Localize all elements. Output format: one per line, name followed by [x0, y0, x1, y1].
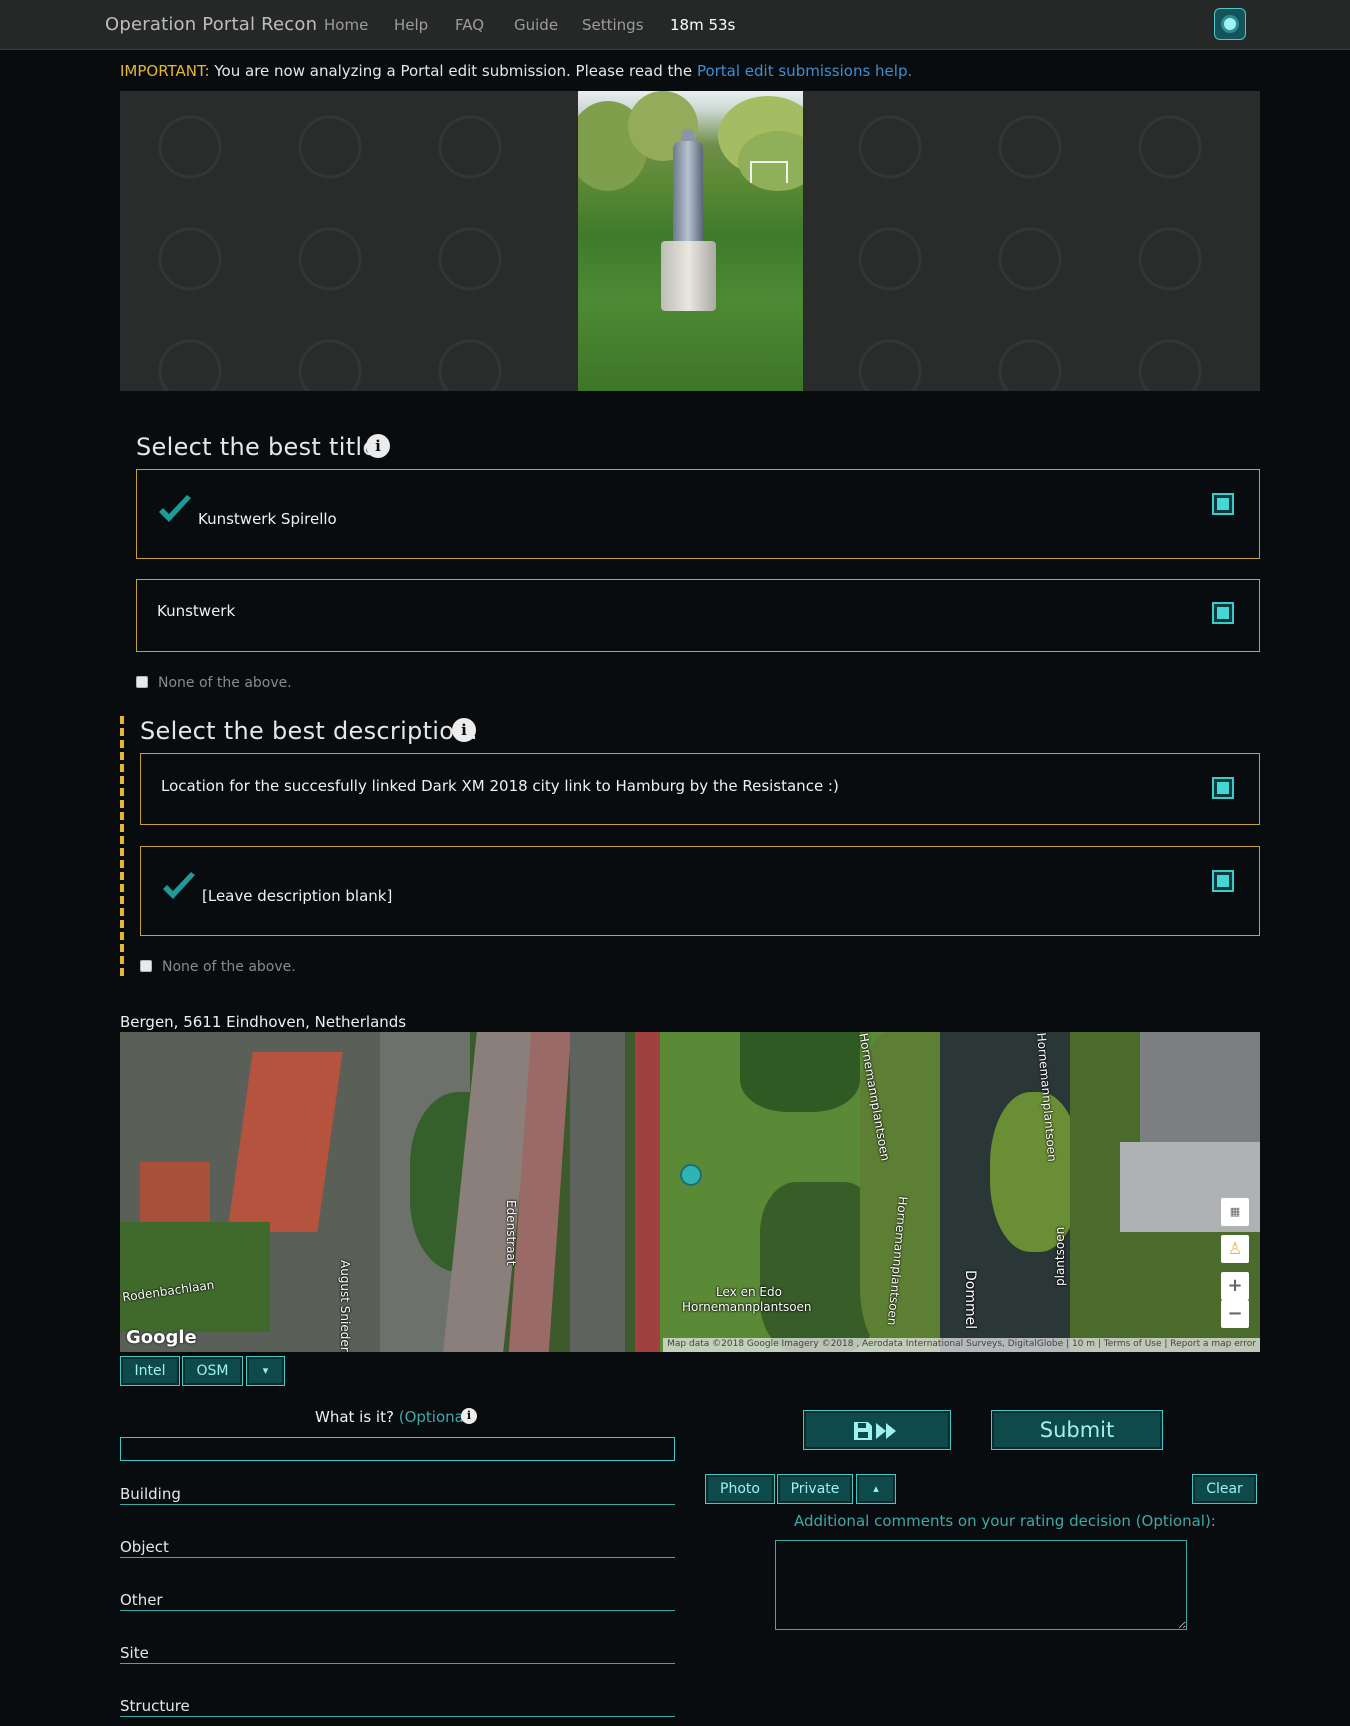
title-none-label: None of the above.	[158, 675, 292, 691]
map-label-park: Hornemannplantsoen	[682, 1300, 812, 1314]
satellite-map[interactable]: Edenstraat Rodenbachlaan August Snieders…	[120, 1032, 1260, 1352]
checkmark-icon	[159, 495, 191, 522]
map-label-street: August Snieders	[338, 1260, 352, 1352]
nav-settings[interactable]: Settings	[582, 16, 644, 34]
what-info-icon[interactable]: i	[461, 1408, 477, 1424]
title-none-checkbox[interactable]	[136, 676, 148, 688]
category-other[interactable]: Other	[120, 1591, 675, 1611]
map-attribution: Map data ©2018 Google Imagery ©2018 , Ae…	[663, 1338, 1260, 1352]
description-section-heading: Select the best description:	[140, 717, 479, 745]
category-structure[interactable]: Structure	[120, 1697, 675, 1717]
description-info-icon[interactable]: i	[452, 718, 476, 742]
pegman-icon[interactable]: ♙	[1221, 1235, 1249, 1263]
description-option-1-text: Location for the succesfully linked Dark…	[161, 777, 839, 795]
description-none-label: None of the above.	[162, 959, 296, 975]
map-label-street: plantsoen	[1053, 1226, 1067, 1286]
title-info-icon[interactable]: i	[366, 434, 390, 458]
google-logo: Google	[126, 1327, 197, 1348]
zoom-in-button[interactable]: +	[1221, 1272, 1249, 1300]
flag-description-2-icon[interactable]	[1212, 870, 1234, 892]
photo-button[interactable]: Photo	[705, 1474, 775, 1504]
nav-help[interactable]: Help	[394, 16, 428, 34]
zoom-out-button[interactable]: −	[1221, 1300, 1249, 1328]
title-option-1[interactable]: Kunstwerk Spirello	[136, 469, 1260, 559]
what-is-it-label: What is it? (Optional)	[315, 1408, 474, 1426]
osm-button[interactable]: OSM	[182, 1356, 243, 1386]
description-option-2-text: [Leave description blank]	[202, 887, 393, 905]
title-option-2-text: Kunstwerk	[157, 602, 236, 620]
title-section-heading: Select the best title:	[136, 433, 386, 461]
description-option-1[interactable]: Location for the succesfully linked Dark…	[140, 753, 1260, 825]
map-dropdown-button[interactable]: ▾	[246, 1356, 285, 1386]
important-text: You are now analyzing a Portal edit subm…	[209, 62, 697, 80]
intel-button[interactable]: Intel	[120, 1356, 180, 1386]
title-option-2[interactable]: Kunstwerk	[136, 579, 1260, 652]
category-site[interactable]: Site	[120, 1644, 675, 1664]
app-brand[interactable]: Operation Portal Recon	[105, 14, 317, 35]
private-button[interactable]: Private	[777, 1474, 853, 1504]
comments-label: Additional comments on your rating decis…	[794, 1512, 1216, 1530]
comment-collapse-button[interactable]: ▴	[856, 1474, 896, 1504]
map-label-river: Dommel	[962, 1270, 978, 1330]
checkmark-icon	[163, 872, 195, 899]
nav-faq[interactable]: FAQ	[455, 16, 484, 34]
map-type-icon[interactable]: ▦	[1221, 1198, 1249, 1226]
what-is-it-input[interactable]	[120, 1437, 675, 1461]
category-building[interactable]: Building	[120, 1485, 675, 1505]
top-navbar: Operation Portal Recon Home Help FAQ Gui…	[0, 0, 1350, 50]
timer: 18m 53s	[670, 16, 736, 34]
submit-button[interactable]: Submit	[991, 1410, 1163, 1450]
portal-address: Bergen, 5611 Eindhoven, Netherlands	[120, 1013, 407, 1031]
flag-description-1-icon[interactable]	[1212, 777, 1234, 799]
nav-guide[interactable]: Guide	[514, 16, 558, 34]
save-and-skip-icon	[854, 1422, 896, 1440]
map-label-park: Lex en Edo	[716, 1285, 782, 1299]
category-object[interactable]: Object	[120, 1538, 675, 1558]
description-none-checkbox[interactable]	[140, 960, 152, 972]
comments-textarea[interactable]	[775, 1540, 1187, 1630]
map-label-street: Edenstraat	[504, 1200, 518, 1266]
title-option-1-text: Kunstwerk Spirello	[198, 510, 337, 528]
nav-home[interactable]: Home	[324, 16, 368, 34]
description-option-2[interactable]: [Leave description blank]	[140, 846, 1260, 936]
edit-help-link[interactable]: Portal edit submissions help.	[697, 62, 912, 80]
description-marker-bar	[120, 716, 124, 980]
save-and-skip-button[interactable]	[803, 1410, 951, 1450]
clear-button[interactable]: Clear	[1192, 1474, 1257, 1504]
portal-location-marker[interactable]	[680, 1164, 702, 1186]
map-scale: 10 m	[1071, 1339, 1096, 1349]
important-notice: IMPORTANT: You are now analyzing a Porta…	[120, 62, 912, 80]
report-error-link[interactable]: Report a map error	[1170, 1339, 1256, 1349]
portal-photo[interactable]	[578, 91, 803, 391]
flag-title-2-icon[interactable]	[1212, 602, 1234, 624]
important-label: IMPORTANT:	[120, 62, 210, 80]
terms-link[interactable]: Terms of Use	[1104, 1339, 1162, 1349]
agent-avatar-icon[interactable]	[1214, 8, 1246, 40]
flag-title-1-icon[interactable]	[1212, 493, 1234, 515]
